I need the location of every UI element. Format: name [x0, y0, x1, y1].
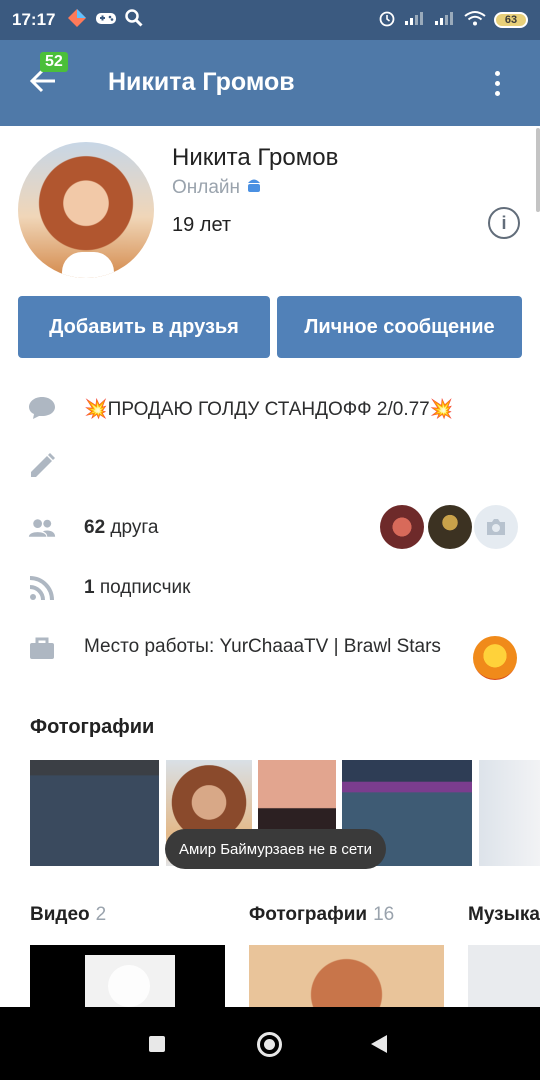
friends-count-number: 62: [84, 517, 106, 538]
videos-label: Видео: [30, 904, 90, 925]
friend-avatar[interactable]: [428, 505, 472, 549]
photos-label: Фотографии: [249, 904, 368, 925]
profile-age: 19 лет: [172, 214, 232, 236]
play-icon: [108, 965, 150, 1007]
status-system-icons: 63: [378, 9, 528, 32]
camera-icon: [487, 519, 505, 535]
home-button[interactable]: [257, 1032, 282, 1057]
more-dot: [494, 80, 500, 86]
scrollbar[interactable]: [536, 128, 540, 212]
more-menu-button[interactable]: [482, 68, 512, 98]
comment-icon: [28, 394, 56, 422]
photos-tab[interactable]: Фотографии 16: [249, 904, 394, 926]
status-time: 17:17: [12, 10, 56, 29]
app-icon: [67, 8, 87, 33]
videos-count: 2: [95, 904, 107, 925]
photos-section-title[interactable]: Фотографии: [30, 716, 154, 739]
profile-avatar[interactable]: [18, 142, 154, 278]
status-bar: 17:17 63: [0, 0, 540, 40]
recent-apps-button[interactable]: [149, 1036, 165, 1052]
more-dot: [494, 70, 500, 76]
camera-placeholder-avatar[interactable]: [474, 505, 518, 549]
unread-badge: 52: [40, 52, 68, 72]
rss-icon: [28, 574, 56, 602]
info-icon[interactable]: i: [488, 207, 520, 239]
photo-thumbnail[interactable]: [479, 760, 540, 866]
search-icon: [125, 8, 144, 32]
profile-name: Никита Громов: [172, 144, 339, 171]
subscribers-count-label: подписчик: [99, 577, 191, 598]
toast-notification: Амир Баймурзаев не в сети: [165, 829, 386, 869]
music-tab[interactable]: Музыка: [468, 904, 540, 926]
message-button[interactable]: Личное сообщение: [277, 296, 522, 358]
friends-count-label: друга: [110, 517, 159, 538]
friends-icon: [28, 514, 56, 542]
android-icon: [246, 176, 262, 200]
battery-icon: 63: [494, 12, 528, 28]
online-status-text: Онлайн: [172, 177, 241, 198]
more-dot: [494, 90, 500, 96]
system-nav-bar: [0, 1007, 540, 1080]
add-friend-button[interactable]: Добавить в друзья: [18, 296, 270, 358]
subscribers-count[interactable]: 1 подписчик: [84, 577, 190, 599]
back-arrow-icon: [29, 69, 55, 93]
briefcase-icon: [28, 634, 56, 662]
friend-avatar[interactable]: [380, 505, 424, 549]
videos-tab[interactable]: Видео 2: [30, 904, 106, 926]
work-place[interactable]: Место работы: YurChaaaTV | Brawl Stars: [84, 633, 444, 661]
wifi-icon: [464, 10, 486, 31]
work-group-logo[interactable]: [473, 636, 517, 680]
edit-pencil-icon[interactable]: [28, 452, 56, 480]
music-label: Музыка: [468, 904, 540, 925]
photo-album-thumbnail[interactable]: [249, 945, 444, 1007]
friends-count[interactable]: 62 друга: [84, 517, 158, 539]
profile-status-text[interactable]: 💥ПРОДАЮ ГОЛДУ СТАНДОФФ 2/0.77💥: [84, 397, 453, 421]
online-status: Онлайн: [172, 176, 262, 200]
status-app-icons: [67, 8, 144, 33]
app-header: 52 Никита Громов: [0, 40, 540, 126]
signal-icon: [404, 10, 426, 31]
alarm-icon: [378, 9, 396, 32]
signal-icon-2: [434, 10, 456, 31]
page-title: Никита Громов: [108, 68, 295, 96]
photo-thumbnail[interactable]: [30, 760, 159, 866]
system-back-button[interactable]: [371, 1035, 387, 1053]
video-thumbnail[interactable]: [30, 945, 225, 1007]
photos-count: 16: [373, 904, 395, 925]
music-thumbnail[interactable]: [468, 945, 540, 1007]
subscribers-count-number: 1: [84, 577, 95, 598]
gamepad-icon: [95, 10, 117, 31]
